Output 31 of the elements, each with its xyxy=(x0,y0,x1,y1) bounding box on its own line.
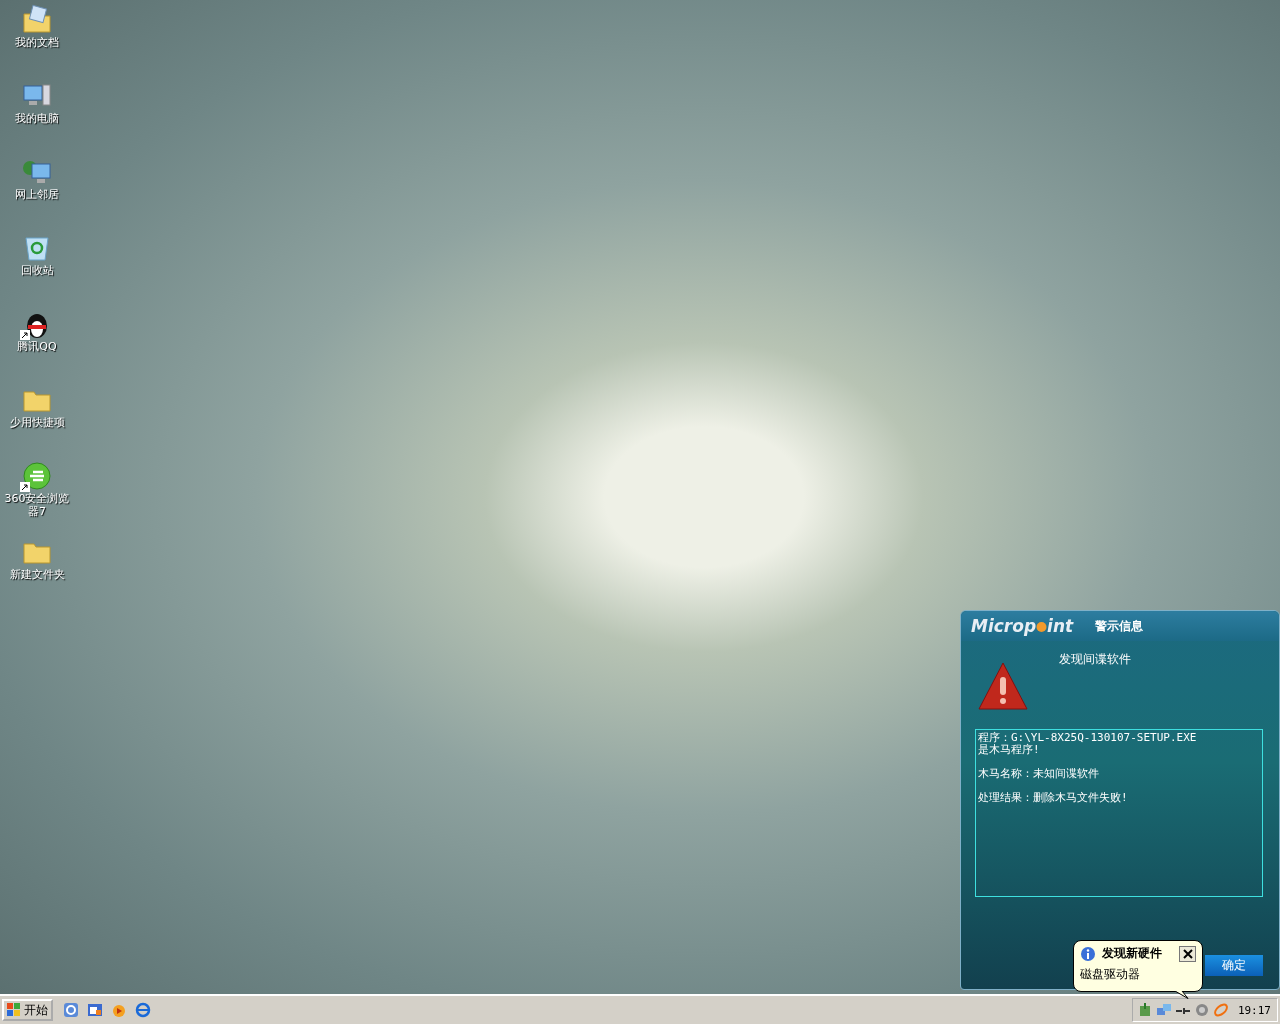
alert-heading: 发现间谍软件 xyxy=(1059,651,1131,668)
balloon-message: 磁盘驱动器 xyxy=(1080,966,1141,983)
editor-icon[interactable] xyxy=(63,1002,79,1018)
link-icon[interactable] xyxy=(1212,1002,1229,1018)
desktop-icon-label[interactable]: 我的文档 xyxy=(1,36,73,49)
close-button[interactable] xyxy=(1179,945,1196,962)
clock: 19:17 xyxy=(1237,1003,1271,1017)
desktop-icon-label[interactable]: 网上邻居 xyxy=(1,188,73,201)
window-icon[interactable] xyxy=(87,1002,103,1018)
report-line: 处理结果：删除木马文件失败! xyxy=(978,792,1129,804)
desktop-icon-label[interactable]: 少用快捷项 xyxy=(1,416,73,429)
desktop-icon-label[interactable]: 新建文件夹 xyxy=(1,568,73,581)
warning-icon xyxy=(977,661,1029,711)
start-button[interactable]: 开始 xyxy=(2,999,53,1021)
ok-button[interactable]: 确定 xyxy=(1205,955,1263,976)
windows-logo-icon xyxy=(7,1003,21,1017)
balloon-title: 发现新硬件 xyxy=(1102,945,1163,962)
report-line: 程序：G:\YL-8X25Q-130107-SETUP.EXE xyxy=(978,732,1198,744)
window-title: 警示信息 xyxy=(1095,617,1144,635)
browser-icon xyxy=(21,460,53,492)
report-line: 是木马程序! xyxy=(978,744,1041,756)
document-folder-icon xyxy=(21,4,53,36)
media-player-icon[interactable] xyxy=(111,1002,127,1018)
desktop-icon-label[interactable]: 360安全浏览器7 xyxy=(1,492,73,518)
desktop-icon-label[interactable]: 回收站 xyxy=(1,264,73,277)
info-icon xyxy=(1080,945,1096,962)
desktop-icon-label[interactable]: 腾讯QQ xyxy=(1,340,73,353)
desktop-icon-label[interactable]: 我的电脑 xyxy=(1,112,73,125)
report-line: 木马名称：未知间谍软件 xyxy=(978,768,1100,780)
logo: Microp int xyxy=(971,616,1074,636)
close-icon xyxy=(1182,948,1193,959)
